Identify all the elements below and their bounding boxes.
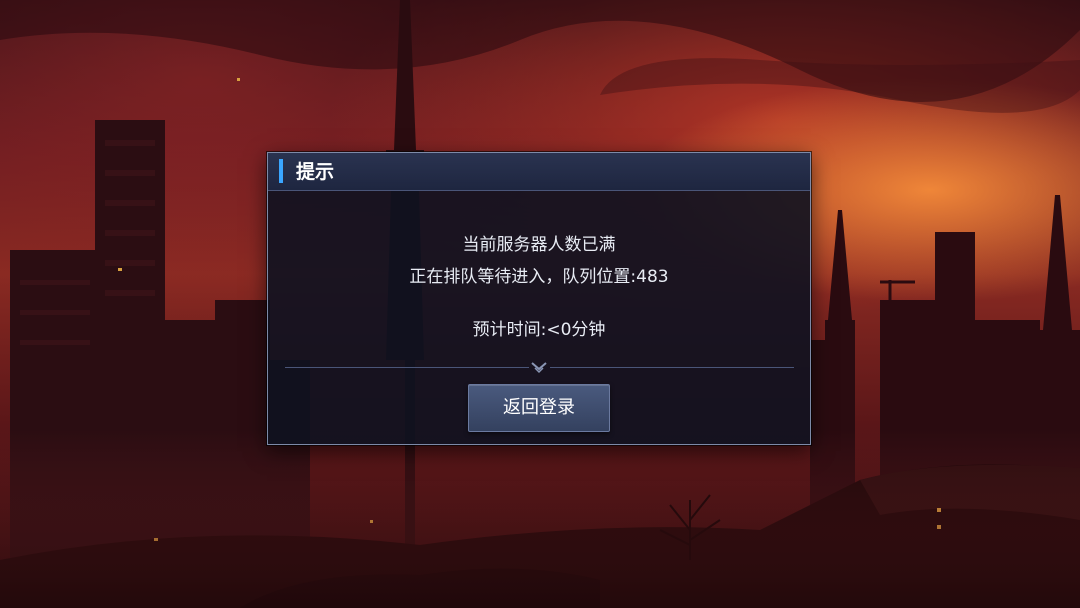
return-to-login-button[interactable]: 返回登录 [468,384,610,432]
divider-line-right [550,367,794,368]
chevron-down-icon [531,362,547,374]
header-accent-bar [279,159,283,183]
dialog-header: 提示 [268,153,810,191]
divider-line-left [285,367,529,368]
queue-notice-dialog: 提示 当前服务器人数已满 正在排队等待进入，队列位置:483 预计时间:<0分钟… [267,152,811,445]
server-full-message: 当前服务器人数已满 [462,235,616,255]
dialog-title: 提示 [296,161,335,183]
queue-position-message: 正在排队等待进入，队列位置:483 [409,267,669,287]
estimated-time-message: 预计时间:<0分钟 [472,320,606,340]
